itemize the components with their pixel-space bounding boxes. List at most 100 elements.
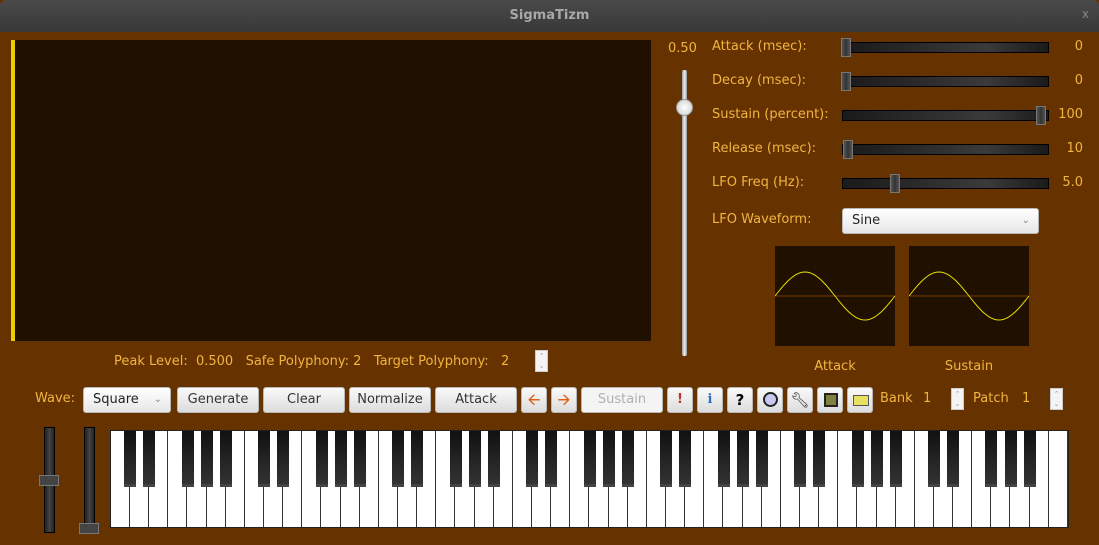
slider-thumb[interactable] <box>889 174 900 193</box>
black-key[interactable] <box>928 431 940 487</box>
piano-keyboard[interactable] <box>110 430 1069 528</box>
black-key[interactable] <box>755 431 768 487</box>
waveform-display[interactable] <box>11 40 651 341</box>
settings-button[interactable]: 🔧︎ <box>787 387 813 413</box>
black-key[interactable] <box>1004 431 1017 487</box>
volume-slider[interactable] <box>676 70 693 356</box>
envelope-label: Attack (msec): <box>712 39 807 54</box>
black-key[interactable] <box>660 431 673 487</box>
black-key[interactable] <box>181 431 194 487</box>
black-key[interactable] <box>717 431 730 487</box>
black-key[interactable] <box>143 431 156 487</box>
help-icon: ? <box>735 391 745 409</box>
black-key[interactable] <box>736 431 749 487</box>
black-key[interactable] <box>813 431 826 487</box>
black-key[interactable] <box>468 431 481 487</box>
black-key[interactable] <box>258 431 271 487</box>
black-key[interactable] <box>583 431 596 487</box>
envelope-slider[interactable] <box>841 72 1049 91</box>
envelope-label: Release (msec): <box>712 141 817 156</box>
black-key[interactable] <box>315 431 328 487</box>
pitch-wheel[interactable] <box>39 427 59 533</box>
sustain-scope <box>909 246 1029 346</box>
sustain-button[interactable]: Sustain <box>581 387 663 413</box>
bank-label: Bank <box>880 391 913 406</box>
target-polyphony-spinner[interactable]: ⌃ ⌄ <box>535 350 548 372</box>
bank-spinner[interactable]: ⌃ ⌄ <box>951 388 964 410</box>
alert-icon: ! <box>677 392 683 407</box>
black-key[interactable] <box>621 431 634 487</box>
pitch-wheel-thumb[interactable] <box>39 475 59 486</box>
black-key[interactable] <box>411 431 424 487</box>
status-bar: Peak Level: 0.500 Safe Polyphony: 2 Targ… <box>114 354 509 369</box>
next-button[interactable]: 🡪 <box>551 387 577 413</box>
black-key[interactable] <box>334 431 347 487</box>
info-icon: i <box>707 392 713 407</box>
black-key[interactable] <box>124 431 137 487</box>
midi-icon <box>763 392 778 407</box>
white-key[interactable] <box>1049 431 1068 527</box>
open-button[interactable] <box>847 387 873 413</box>
envelope-label: LFO Freq (Hz): <box>712 175 805 190</box>
black-key[interactable] <box>870 431 883 487</box>
black-key[interactable] <box>679 431 692 487</box>
target-polyphony-label: Target Polyphony: <box>373 354 489 369</box>
black-key[interactable] <box>200 431 213 487</box>
envelope-slider[interactable] <box>842 140 1049 159</box>
black-key[interactable] <box>947 431 960 487</box>
attack-button[interactable]: Attack <box>435 387 517 413</box>
wave-label: Wave: <box>35 391 76 406</box>
title-bar: SigmaTizm x <box>0 0 1099 32</box>
open-folder-icon <box>853 395 869 406</box>
black-key[interactable] <box>449 431 462 487</box>
wrench-icon: 🔧︎ <box>790 391 810 409</box>
safe-polyphony-value: 2 <box>353 354 362 369</box>
volume-slider-knob[interactable] <box>676 99 693 116</box>
peak-level-label: Peak Level: <box>114 354 188 369</box>
black-key[interactable] <box>487 431 500 487</box>
patch-value: 1 <box>1022 391 1031 406</box>
alert-button[interactable]: ! <box>667 387 693 413</box>
envelope-value: 5.0 <box>1062 175 1083 190</box>
save-icon <box>824 393 838 407</box>
black-key[interactable] <box>353 431 366 487</box>
lfo-waveform-select[interactable]: Sine ⌄ <box>842 208 1039 234</box>
envelope-slider[interactable] <box>841 38 1049 57</box>
black-key[interactable] <box>985 431 998 487</box>
peak-level-value: 0.500 <box>195 354 234 369</box>
slider-thumb[interactable] <box>841 38 851 57</box>
midi-button[interactable] <box>757 387 783 413</box>
bank-value: 1 <box>923 391 932 406</box>
black-key[interactable] <box>545 431 558 487</box>
slider-thumb[interactable] <box>841 72 851 91</box>
black-key[interactable] <box>219 431 232 487</box>
info-button[interactable]: i <box>697 387 723 413</box>
slider-thumb[interactable] <box>842 140 853 159</box>
save-button[interactable] <box>817 387 843 413</box>
black-key[interactable] <box>277 431 290 487</box>
envelope-slider[interactable] <box>842 174 1049 193</box>
wave-value: Square <box>93 392 139 407</box>
black-key[interactable] <box>794 431 806 487</box>
envelope-label: Decay (msec): <box>712 73 807 88</box>
wave-select[interactable]: Square ⌄ <box>83 387 171 413</box>
previous-button[interactable]: 🡨 <box>521 387 547 413</box>
help-button[interactable]: ? <box>727 387 753 413</box>
black-key[interactable] <box>851 431 864 487</box>
lfo-waveform-value: Sine <box>852 213 881 228</box>
generate-button[interactable]: Generate <box>177 387 259 413</box>
black-key[interactable] <box>526 431 539 487</box>
black-key[interactable] <box>602 431 615 487</box>
clear-button[interactable]: Clear <box>263 387 345 413</box>
close-icon[interactable]: x <box>1082 7 1089 21</box>
arrow-left-icon: 🡨 <box>527 390 541 409</box>
envelope-slider[interactable] <box>842 106 1049 125</box>
attack-scope-label: Attack <box>814 359 856 374</box>
black-key[interactable] <box>1023 431 1036 487</box>
black-key[interactable] <box>889 431 902 487</box>
normalize-button[interactable]: Normalize <box>349 387 431 413</box>
mod-wheel-thumb[interactable] <box>79 523 99 534</box>
mod-wheel[interactable] <box>79 427 99 534</box>
patch-spinner[interactable]: ⌃ ⌄ <box>1050 388 1063 410</box>
black-key[interactable] <box>392 431 405 487</box>
